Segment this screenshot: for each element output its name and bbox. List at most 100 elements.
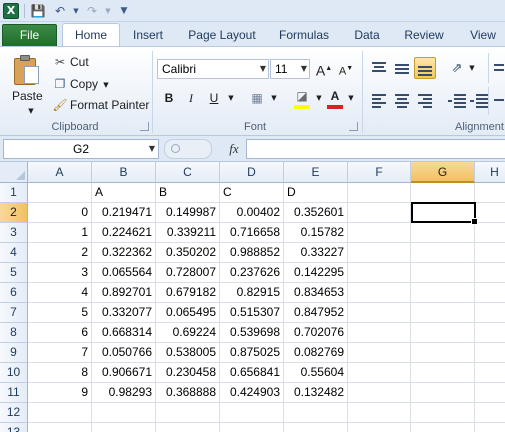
cell-d5[interactable]: 0.237626 (220, 263, 284, 283)
cell-d6[interactable]: 0.82915 (220, 283, 284, 303)
borders-icon[interactable]: ▦ (248, 89, 266, 107)
orientation-dropdown-icon[interactable]: ▼ (464, 61, 480, 75)
excel-icon[interactable]: X (3, 3, 19, 19)
cell-h9[interactable] (475, 343, 505, 363)
underline-button[interactable]: U (205, 89, 223, 107)
cell-b1[interactable]: A (92, 183, 156, 203)
row-header-9[interactable]: 9 (0, 343, 28, 363)
row-header-8[interactable]: 8 (0, 323, 28, 343)
paste-button[interactable]: Paste (12, 89, 43, 103)
cell-a8[interactable]: 6 (28, 323, 92, 343)
cell-c12[interactable] (156, 403, 220, 423)
cell-a10[interactable]: 8 (28, 363, 92, 383)
cell-h2[interactable] (475, 203, 505, 223)
cell-h13[interactable] (475, 423, 505, 432)
cell-a7[interactable]: 5 (28, 303, 92, 323)
cell-c10[interactable]: 0.230458 (156, 363, 220, 383)
cell-d1[interactable]: C (220, 183, 284, 203)
cell-d3[interactable]: 0.716658 (220, 223, 284, 243)
cell-e8[interactable]: 0.702076 (284, 323, 348, 343)
font-size-select[interactable]: 11 ▼ (270, 59, 310, 79)
cell-e13[interactable] (284, 423, 348, 432)
row-header-1[interactable]: 1 (0, 183, 28, 203)
grow-font-button[interactable]: A▲ (315, 60, 333, 79)
cell-h1[interactable] (475, 183, 505, 203)
cell-d8[interactable]: 0.539698 (220, 323, 284, 343)
cell-b2[interactable]: 0.219471 (92, 203, 156, 223)
cell-b5[interactable]: 0.065564 (92, 263, 156, 283)
select-all-button[interactable] (0, 162, 28, 183)
cell-a11[interactable]: 9 (28, 383, 92, 403)
cell-b8[interactable]: 0.668314 (92, 323, 156, 343)
tab-formulas[interactable]: Formulas (276, 26, 332, 46)
cell-h10[interactable] (475, 363, 505, 383)
formula-input[interactable] (246, 139, 505, 159)
cell-f7[interactable] (348, 303, 411, 323)
cell-a12[interactable] (28, 403, 92, 423)
undo-icon[interactable]: ↶ (52, 3, 68, 19)
row-header-13[interactable]: 13 (0, 423, 28, 432)
paste-icon[interactable] (12, 54, 40, 86)
cut-button[interactable]: Cut (70, 55, 89, 69)
cell-g12[interactable] (411, 403, 475, 423)
cell-g8[interactable] (411, 323, 475, 343)
cell-e11[interactable]: 0.132482 (284, 383, 348, 403)
cell-a1[interactable] (28, 183, 92, 203)
cell-d10[interactable]: 0.656841 (220, 363, 284, 383)
middle-align-icon[interactable] (393, 59, 411, 77)
underline-dropdown-icon[interactable]: ▼ (223, 91, 239, 105)
cell-h3[interactable] (475, 223, 505, 243)
cell-c13[interactable] (156, 423, 220, 432)
tab-home[interactable]: Home (62, 23, 120, 47)
cell-b3[interactable]: 0.224621 (92, 223, 156, 243)
column-header-d[interactable]: D (220, 162, 284, 183)
cell-f13[interactable] (348, 423, 411, 432)
cell-f2[interactable] (348, 203, 411, 223)
cell-g3[interactable] (411, 223, 475, 243)
column-header-g[interactable]: G (411, 162, 475, 183)
cell-d11[interactable]: 0.424903 (220, 383, 284, 403)
cell-c2[interactable]: 0.149987 (156, 203, 220, 223)
cell-d9[interactable]: 0.875025 (220, 343, 284, 363)
cell-d7[interactable]: 0.515307 (220, 303, 284, 323)
cell-f10[interactable] (348, 363, 411, 383)
cell-f1[interactable] (348, 183, 411, 203)
cell-f12[interactable] (348, 403, 411, 423)
tab-page-layout[interactable]: Page Layout (186, 26, 258, 46)
shrink-font-button[interactable]: A▼ (337, 60, 355, 78)
bottom-align-icon[interactable] (414, 57, 436, 79)
align-right-icon[interactable] (416, 91, 434, 109)
fill-color-icon[interactable]: ◪ (293, 87, 311, 105)
cell-d4[interactable]: 0.988852 (220, 243, 284, 263)
cell-h6[interactable] (475, 283, 505, 303)
copy-button[interactable]: Copy (70, 77, 98, 91)
cell-b6[interactable]: 0.892701 (92, 283, 156, 303)
cell-b11[interactable]: 0.98293 (92, 383, 156, 403)
insert-function-button[interactable]: fx (224, 139, 244, 159)
cell-h8[interactable] (475, 323, 505, 343)
cell-g9[interactable] (411, 343, 475, 363)
column-header-a[interactable]: A (28, 162, 92, 183)
cell-e3[interactable]: 0.15782 (284, 223, 348, 243)
cell-c6[interactable]: 0.679182 (156, 283, 220, 303)
cell-c4[interactable]: 0.350202 (156, 243, 220, 263)
cell-h12[interactable] (475, 403, 505, 423)
cell-b4[interactable]: 0.322362 (92, 243, 156, 263)
cell-g13[interactable] (411, 423, 475, 432)
customize-qat-icon[interactable]: ▼ (116, 3, 132, 19)
borders-dropdown-icon[interactable]: ▼ (266, 91, 282, 105)
cell-h11[interactable] (475, 383, 505, 403)
row-header-3[interactable]: 3 (0, 223, 28, 243)
cell-d12[interactable] (220, 403, 284, 423)
cell-a4[interactable]: 2 (28, 243, 92, 263)
cell-f4[interactable] (348, 243, 411, 263)
row-header-5[interactable]: 5 (0, 263, 28, 283)
font-color-icon[interactable]: A (326, 87, 344, 105)
align-center-icon[interactable] (393, 91, 411, 109)
column-header-f[interactable]: F (348, 162, 411, 183)
cell-c9[interactable]: 0.538005 (156, 343, 220, 363)
font-color-dropdown-icon[interactable]: ▼ (343, 91, 359, 105)
paste-dropdown-icon[interactable]: ▼ (23, 104, 39, 118)
clipboard-launcher-icon[interactable] (140, 122, 149, 131)
redo-dropdown-icon[interactable]: ▼ (100, 3, 116, 19)
